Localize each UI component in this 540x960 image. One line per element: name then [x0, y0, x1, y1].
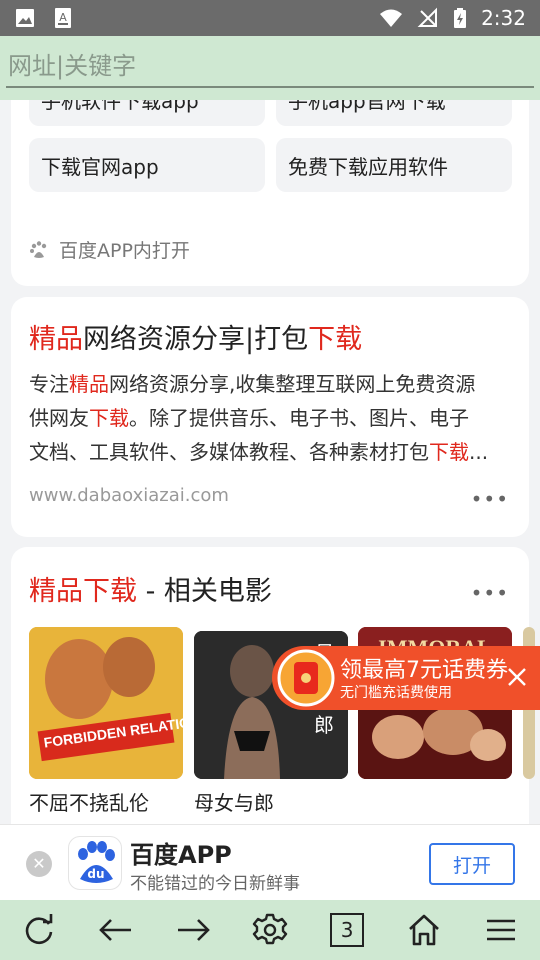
hamburger-menu-icon [487, 919, 516, 941]
refresh-icon [25, 914, 52, 945]
svg-text:A: A [59, 11, 67, 24]
desc-highlight: 下载 [429, 440, 469, 464]
movies-title[interactable]: 精品下载 - 相关电影 [29, 569, 272, 608]
related-searches-card: 手机软件下载app 手机app官网下载 下载官网app 免费下载应用软件 百度A… [11, 100, 529, 286]
desc-line: 专注精品网络资源分享,收集整理互联网上免费资源 [29, 367, 509, 401]
movie-poster[interactable]: FORBIDDEN RELATIONS [29, 627, 183, 779]
bottom-nav: 3 [0, 900, 540, 960]
chip-label: 免费下载应用软件 [288, 154, 448, 179]
text-icon: A [55, 8, 71, 28]
desc-text: 供网友 [29, 406, 89, 430]
promo-subline: 无门槛充话费使用 [340, 685, 452, 701]
back-button[interactable] [92, 906, 140, 954]
app-subtitle: 不能错过的今日新鲜事 [130, 874, 300, 894]
paw-icon [30, 240, 47, 258]
app-title: 百度APP [130, 841, 232, 869]
movie-caption[interactable]: 不屈不挠乱伦 [29, 787, 149, 816]
menu-button[interactable] [477, 906, 525, 954]
battery-charging-icon [454, 8, 467, 28]
no-signal-icon [417, 7, 438, 27]
movie-caption[interactable]: 母女与郎 [194, 787, 274, 816]
desc-text: 。除了提供音乐、电子书、图片、电子 [129, 406, 469, 430]
close-icon[interactable] [504, 664, 530, 690]
chip-label: 下载官网app [41, 154, 159, 179]
arrow-right-icon [177, 919, 210, 941]
open-in-baidu-app-link[interactable]: 百度APP内打开 [29, 236, 190, 263]
desc-text: ... [469, 440, 489, 464]
desc-text: 网络资源分享,收集整理互联网上免费资源 [109, 372, 476, 396]
result-url: www.dabaoxiazai.com [29, 485, 229, 506]
result-description: 专注精品网络资源分享,收集整理互联网上免费资源 供网友下载。除了提供音乐、电子书… [29, 367, 509, 469]
promo-headline: 领最高7元话费券 [340, 658, 508, 683]
banner-close-button[interactable]: ✕ [26, 851, 52, 877]
result-title[interactable]: 精品网络资源分享|打包下载 [29, 317, 362, 356]
related-search-chip[interactable]: 手机app官网下载 [276, 100, 512, 126]
related-search-chip[interactable]: 手机软件下载app [29, 100, 265, 126]
more-options-icon[interactable]: ••• [471, 583, 509, 603]
home-button[interactable] [400, 906, 448, 954]
forward-button[interactable] [169, 906, 217, 954]
wifi-icon [380, 9, 403, 27]
movies-title-text: - 相关电影 [137, 576, 272, 607]
red-envelope-icon [277, 649, 335, 707]
baidu-app-logo: du [68, 836, 122, 890]
status-time: 2:32 [481, 6, 526, 30]
chip-label: 手机app官网下载 [288, 100, 446, 113]
tab-count: 3 [330, 913, 365, 947]
arrow-left-icon [98, 919, 131, 941]
related-search-chip[interactable]: 免费下载应用软件 [276, 138, 512, 192]
open-app-button[interactable]: 打开 [429, 843, 515, 885]
gear-icon [252, 913, 288, 945]
title-highlight: 精品 [29, 324, 83, 355]
promo-banner[interactable]: 领最高7元话费券 无门槛充话费使用 [272, 646, 540, 710]
logo-text: du [87, 867, 105, 881]
more-options-icon[interactable]: ••• [471, 489, 509, 509]
url-input[interactable] [6, 46, 534, 88]
desc-highlight: 下载 [89, 406, 129, 430]
title-text: 网络资源分享|打包 [83, 324, 309, 355]
chip-label: 手机软件下载app [41, 100, 199, 113]
search-result-card[interactable]: 精品网络资源分享|打包下载 专注精品网络资源分享,收集整理互联网上免费资源 供网… [11, 297, 529, 537]
desc-line: 供网友下载。除了提供音乐、电子书、图片、电子 [29, 401, 509, 435]
related-search-chip[interactable]: 下载官网app [29, 138, 265, 192]
settings-button[interactable] [246, 906, 294, 954]
image-icon [16, 9, 34, 27]
movies-title-highlight: 精品下载 [29, 576, 137, 607]
baidu-paw-icon [78, 841, 115, 883]
desc-highlight: 精品 [69, 372, 109, 396]
tabs-button[interactable]: 3 [323, 906, 371, 954]
url-bar [0, 36, 540, 100]
status-bar: A 2:32 [0, 0, 540, 36]
refresh-button[interactable] [15, 906, 63, 954]
title-highlight: 下载 [308, 324, 363, 355]
open-in-app-label: 百度APP内打开 [59, 240, 190, 262]
poster-image [29, 627, 183, 779]
search-results[interactable]: 手机软件下载app 手机app官网下载 下载官网app 免费下载应用软件 百度A… [0, 100, 540, 824]
desc-text: 文档、工具软件、多媒体教程、各种素材打包 [29, 440, 429, 464]
home-icon [409, 914, 440, 946]
desc-line: 文档、工具软件、多媒体教程、各种素材打包下载... [29, 435, 509, 469]
desc-text: 专注 [29, 372, 69, 396]
app-download-banner: ✕ du 百度APP 不能错过的今日新鲜事 打开 [0, 824, 540, 900]
